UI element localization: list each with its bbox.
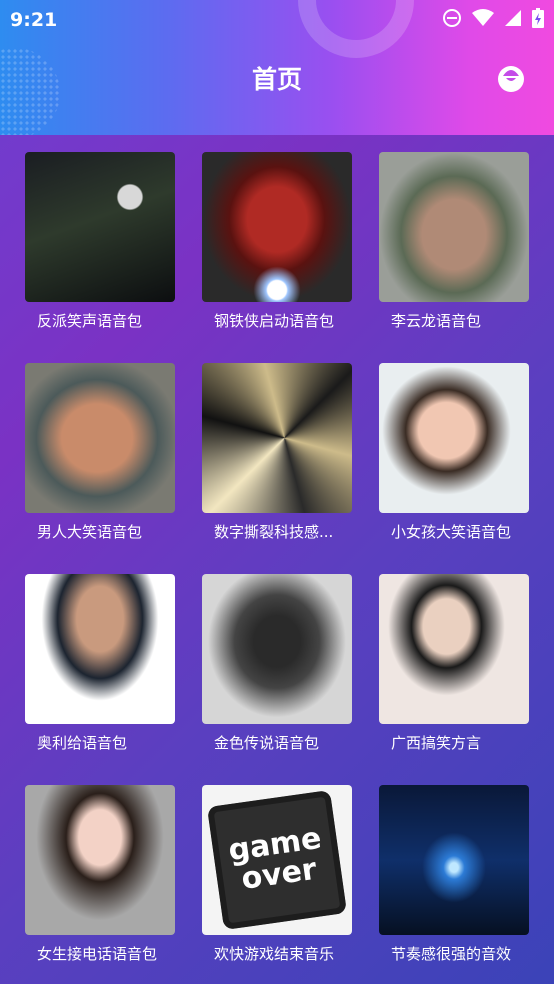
voice-pack-card[interactable]: 小女孩大笑语音包 <box>379 363 529 541</box>
voice-pack-title: 反派笑声语音包 <box>37 312 143 330</box>
key-text-line: over <box>239 851 319 897</box>
voice-pack-card[interactable]: 奥利给语音包 <box>25 574 175 752</box>
golden-legend-thumbnail <box>202 574 352 724</box>
voice-pack-card[interactable]: game over 欢快游戏结束音乐 <box>202 785 352 963</box>
laughing-man-thumbnail <box>25 363 175 513</box>
voice-pack-title: 小女孩大笑语音包 <box>391 523 512 541</box>
voice-pack-card[interactable]: 男人大笑语音包 <box>25 363 175 541</box>
voice-pack-title: 欢快游戏结束音乐 <box>214 945 335 963</box>
voice-pack-card[interactable]: 广西搞笑方言 <box>379 574 529 752</box>
li-yunlong-thumbnail <box>379 152 529 302</box>
voice-pack-title: 金色传说语音包 <box>214 734 320 752</box>
voice-pack-title: 李云龙语音包 <box>391 312 482 330</box>
voice-pack-card[interactable]: 女生接电话语音包 <box>25 785 175 963</box>
aoligei-thumbnail <box>25 574 175 724</box>
app-header: 9:21 首页 <box>0 0 554 135</box>
voice-pack-title: 奥利给语音包 <box>37 734 128 752</box>
voice-pack-card[interactable]: 节奏感很强的音效 <box>379 785 529 963</box>
guangxi-dialect-thumbnail <box>379 574 529 724</box>
voice-pack-title: 广西搞笑方言 <box>391 734 482 752</box>
profile-button[interactable] <box>498 66 524 92</box>
voice-pack-card[interactable]: 钢铁侠启动语音包 <box>202 152 352 330</box>
voice-pack-card[interactable]: 反派笑声语音包 <box>25 152 175 330</box>
game-over-key-thumbnail: game over <box>202 785 352 935</box>
digital-tear-thumbnail <box>202 363 352 513</box>
voice-pack-title: 数字撕裂科技感... <box>214 523 334 541</box>
sound-wave-thumbnail <box>379 785 529 935</box>
voice-pack-title: 女生接电话语音包 <box>37 945 158 963</box>
battery-charging-icon <box>532 8 544 32</box>
voice-pack-card[interactable]: 李云龙语音包 <box>379 152 529 330</box>
status-time: 9:21 <box>10 9 58 31</box>
voice-pack-card[interactable]: 数字撕裂科技感... <box>202 363 352 541</box>
keyboard-key-graphic: game over <box>206 789 348 931</box>
voice-pack-grid: 反派笑声语音包 钢铁侠启动语音包 李云龙语音包 男人大笑语音包 数字撕裂科技感.… <box>25 152 535 963</box>
voice-pack-title: 节奏感很强的音效 <box>391 945 512 963</box>
girl-phone-thumbnail <box>25 785 175 935</box>
laughing-girl-thumbnail <box>379 363 529 513</box>
iron-man-thumbnail <box>202 152 352 302</box>
signal-icon <box>504 9 522 31</box>
status-icons <box>442 8 544 32</box>
do-not-disturb-icon <box>442 8 462 32</box>
villain-cartoon-thumbnail <box>25 152 175 302</box>
voice-pack-title: 钢铁侠启动语音包 <box>214 312 335 330</box>
page-title: 首页 <box>251 65 302 94</box>
voice-pack-card[interactable]: 金色传说语音包 <box>202 574 352 752</box>
wifi-icon <box>472 9 494 31</box>
status-bar: 9:21 <box>0 0 554 40</box>
voice-pack-title: 男人大笑语音包 <box>37 523 143 541</box>
smiley-face-icon <box>500 66 522 92</box>
